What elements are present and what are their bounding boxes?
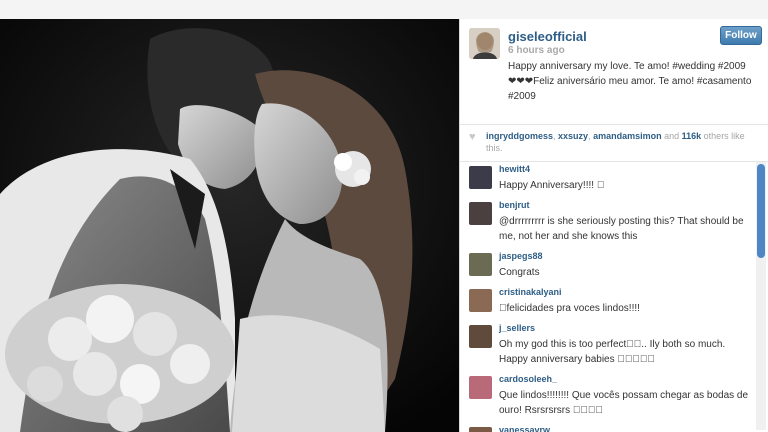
comment-text: @drrrrrrrrr is she seriously posting thi… [499,216,744,242]
comment-username[interactable]: j_sellers [499,323,535,333]
comment-avatar[interactable] [469,253,492,276]
comment-username[interactable]: hewitt4 [499,164,530,174]
top-bar [0,0,768,19]
avatar[interactable] [469,28,500,59]
avatar-image [469,28,500,59]
liker-link[interactable]: ingryddgomess [486,131,553,141]
caption-line-portuguese: ❤❤❤Feliz aniversário meu amor. Te amo! #… [508,76,752,102]
comment-text: 󾌧felicidades pra voces lindos!!!! [499,303,640,314]
comment-avatar[interactable] [469,376,492,399]
post-caption: Happy anniversary my love. Te amo! #wedd… [508,59,760,104]
comment-text: Congrats [499,267,540,278]
post-header: giseleofficial 6 hours ago Follow Happy … [460,19,768,125]
comment-username[interactable]: cardosoleeh_ [499,374,557,384]
liker-link[interactable]: xxsuzy [558,131,588,141]
scrollbar-thumb[interactable] [757,164,765,258]
post-details-panel: giseleofficial 6 hours ago Follow Happy … [459,19,768,432]
liker-link[interactable]: amandamsimon [593,131,662,141]
heart-icon[interactable]: ♥ [469,131,476,143]
post-username[interactable]: giseleofficial [508,29,587,44]
caption-line-english: Happy anniversary my love. Te amo! #wedd… [508,61,746,72]
wedding-photo-image [0,19,459,432]
comment-username[interactable]: benjrut [499,200,530,210]
comment-text: Happy Anniversary!!!! 󾍀 [499,180,605,191]
likes-count[interactable]: 116k [682,131,702,141]
likes-summary: ingryddgomess, xxsuzy, amandamsimon and … [486,130,758,154]
comment-avatar[interactable] [469,202,492,225]
comment-text: Oh my god this is too perfect󾌧󾌧.. Ily bo… [499,339,726,365]
comments-scrollbar[interactable] [756,162,766,430]
post-photo[interactable] [0,19,459,432]
comment-text: Que lindos!!!!!!!! Que vocês possam cheg… [499,390,749,416]
likes-section: ♥ ingryddgomess, xxsuzy, amandamsimon an… [460,125,768,162]
follow-button[interactable]: Follow [720,26,762,45]
comment-username[interactable]: jaspegs88 [499,251,543,261]
likes-and: and [661,131,682,141]
comment-avatar[interactable] [469,325,492,348]
comment-avatar[interactable] [469,166,492,189]
comments-list: hewitt4 Happy Anniversary!!!! 󾍀 benjrut … [460,162,768,432]
comment-avatar[interactable] [469,427,492,432]
comment-username[interactable]: vanessavrw [499,425,550,432]
comment-avatar[interactable] [469,289,492,312]
post-timestamp: 6 hours ago [508,45,565,56]
comment-username[interactable]: cristinakalyani [499,287,562,297]
